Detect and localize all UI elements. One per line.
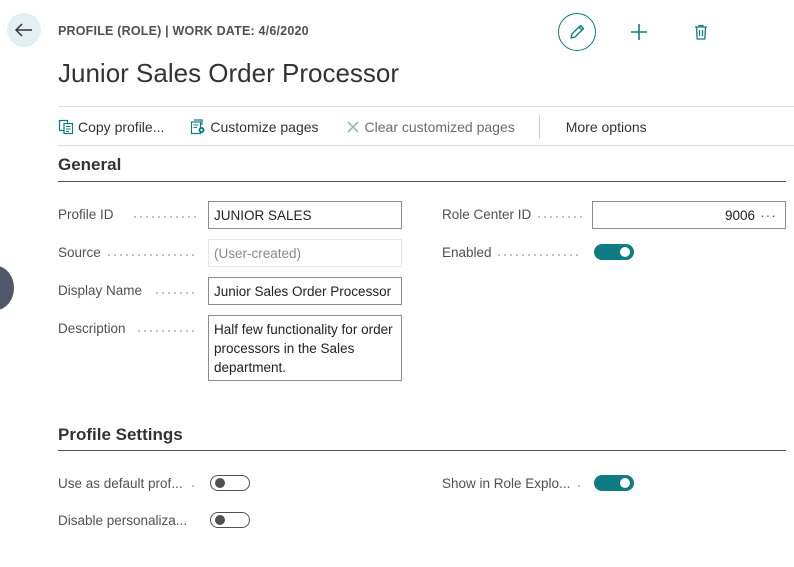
disable-personalization-toggle-knob: [215, 515, 225, 525]
page-caption: PROFILE (ROLE) | WORK DATE: 4/6/2020: [58, 24, 309, 38]
action-bar: Copy profile... Customize pages Clear cu…: [58, 112, 673, 142]
clear-customized-pages-label: Clear customized pages: [364, 119, 515, 135]
source-field: (User-created): [208, 239, 402, 267]
source-label: Source: [58, 245, 101, 260]
header-divider: [58, 106, 794, 107]
role-center-id-label: Role Center ID: [442, 207, 532, 222]
show-in-role-explorer-label: Show in Role Explo...: [442, 476, 571, 491]
source-leader: [106, 254, 198, 256]
more-options-label: More options: [565, 119, 647, 135]
customize-pages-icon: [190, 119, 206, 135]
section-profile-settings-title[interactable]: Profile Settings: [58, 425, 183, 445]
trash-icon: [695, 24, 707, 40]
action-divider: [538, 115, 540, 139]
clear-customized-pages-button[interactable]: Clear customized pages: [345, 119, 515, 135]
section-general-title[interactable]: General: [58, 155, 121, 175]
profile-id-leader: [132, 216, 198, 218]
enabled-toggle[interactable]: [594, 244, 634, 260]
side-panel-handle[interactable]: [0, 266, 14, 310]
enabled-label: Enabled: [442, 245, 492, 260]
description-field[interactable]: Half few functionality for order process…: [208, 315, 402, 381]
back-button[interactable]: [7, 13, 41, 47]
copy-profile-button[interactable]: Copy profile...: [58, 119, 164, 135]
show-in-role-explorer-toggle[interactable]: [594, 475, 634, 491]
page-title: Junior Sales Order Processor: [58, 58, 400, 88]
disable-personalization-toggle[interactable]: [210, 512, 250, 528]
display-name-field[interactable]: Junior Sales Order Processor: [208, 277, 402, 305]
role-center-id-value: 9006: [724, 208, 755, 223]
role-center-lookup-button[interactable]: ···: [760, 207, 777, 223]
description-label: Description: [58, 321, 126, 336]
customize-pages-label: Customize pages: [210, 119, 319, 135]
use-as-default-label: Use as default prof...: [58, 476, 183, 491]
copy-icon: [58, 119, 74, 135]
new-button[interactable]: [626, 19, 652, 45]
use-as-default-toggle[interactable]: [210, 475, 250, 491]
action-bar-divider: [58, 145, 794, 146]
edit-button[interactable]: [558, 13, 596, 51]
disable-personalization-label: Disable personaliza...: [58, 513, 188, 528]
more-options-button[interactable]: More options: [566, 119, 647, 135]
display-name-label: Display Name: [58, 283, 143, 298]
profile-id-field[interactable]: JUNIOR SALES: [208, 201, 402, 229]
enabled-leader: [496, 254, 582, 256]
show-in-role-explorer-toggle-knob: [620, 478, 630, 488]
x-icon: [345, 119, 361, 135]
enabled-toggle-knob: [620, 247, 630, 257]
display-name-leader: [154, 292, 198, 294]
arrow-left-icon: [15, 23, 32, 37]
plus-icon: [631, 24, 647, 40]
show-in-role-explorer-leader: [576, 485, 584, 487]
role-center-id-leader: [536, 216, 582, 218]
profile-id-label: Profile ID: [58, 207, 114, 222]
customize-pages-button[interactable]: Customize pages: [190, 119, 319, 135]
section-profile-settings-divider: [58, 450, 786, 451]
copy-profile-label: Copy profile...: [78, 119, 165, 135]
delete-button[interactable]: [688, 19, 714, 45]
use-as-default-leader: [190, 485, 198, 487]
section-general-divider: [58, 181, 786, 182]
use-as-default-toggle-knob: [215, 478, 225, 488]
pencil-icon: [570, 24, 585, 39]
description-leader: [136, 330, 198, 332]
role-center-id-field[interactable]: 9006 ···: [592, 201, 786, 229]
